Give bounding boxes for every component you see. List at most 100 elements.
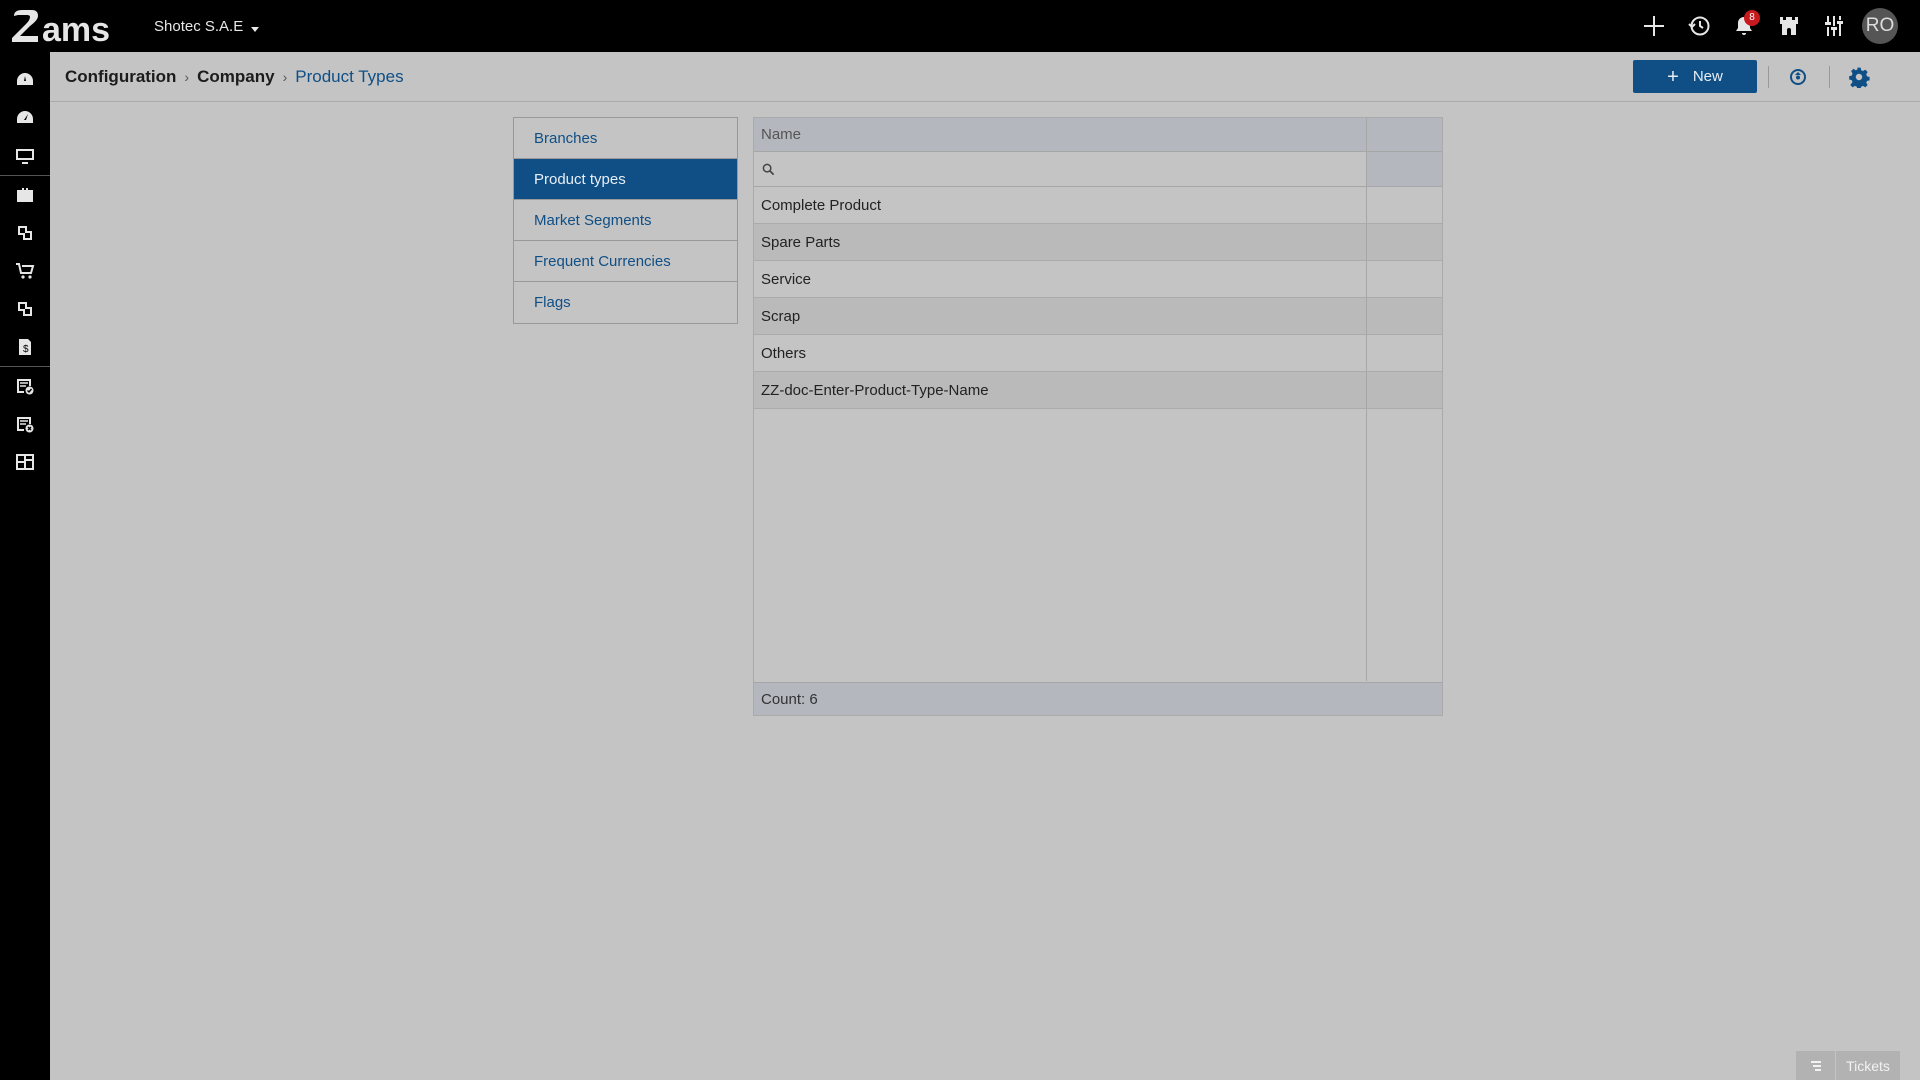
sliders-icon — [1824, 16, 1843, 36]
tickets-button[interactable]: Tickets — [1836, 1051, 1900, 1080]
search-input[interactable] — [781, 155, 1341, 183]
logo-text: ams — [42, 11, 110, 46]
plus-icon — [1643, 16, 1664, 36]
table-row[interactable]: Others — [754, 335, 1442, 372]
tickets-toggle[interactable] — [1796, 1051, 1836, 1080]
new-button-label: New — [1692, 68, 1723, 85]
rail-grid-layout[interactable] — [0, 443, 50, 481]
row-actions — [1367, 187, 1442, 223]
history-icon — [1687, 16, 1709, 36]
monitor-icon — [16, 149, 34, 164]
menu-item-frequent-currencies[interactable]: Frequent Currencies — [514, 241, 737, 282]
company-selector[interactable]: Shotec S.A.E — [154, 17, 260, 35]
grid-body: Complete Product Spare Parts Service Scr… — [754, 187, 1442, 409]
top-actions: 8 RO — [1631, 0, 1898, 52]
row-name: Complete Product — [754, 187, 1367, 223]
row-actions — [1367, 372, 1442, 408]
table-row[interactable]: Scrap — [754, 298, 1442, 335]
row-name: Service — [754, 261, 1367, 297]
filter-actions-cell — [1367, 152, 1442, 186]
rail-dashboard[interactable] — [0, 61, 50, 99]
row-name: Scrap — [754, 298, 1367, 334]
user-avatar[interactable]: RO — [1862, 8, 1898, 44]
page-header: Configuration › Company › Product Types … — [50, 52, 1920, 102]
caret-down-icon — [251, 26, 260, 32]
breadcrumb: Configuration › Company › Product Types — [65, 52, 404, 102]
rail-monitor[interactable] — [0, 137, 50, 175]
rail-checklist[interactable] — [0, 367, 50, 405]
app-logo[interactable]: ams — [0, 0, 148, 52]
menu-item-flags[interactable]: Flags — [514, 282, 737, 323]
row-actions — [1367, 261, 1442, 297]
row-actions — [1367, 224, 1442, 260]
table-row[interactable]: ZZ-doc-Enter-Product-Type-Name — [754, 372, 1442, 409]
column-header-name[interactable]: Name — [754, 118, 1367, 151]
row-actions — [1367, 298, 1442, 334]
refresh-button[interactable] — [1786, 65, 1810, 89]
grid-header: Name — [754, 118, 1442, 152]
dashboard-icon — [17, 73, 33, 85]
refresh-icon — [1790, 69, 1806, 85]
plus-icon: + — [1667, 65, 1679, 88]
breadcrumb-company[interactable]: Company — [197, 67, 274, 87]
money-icon: $ — [19, 339, 31, 355]
company-name: Shotec S.A.E — [154, 17, 244, 35]
breadcrumb-configuration[interactable]: Configuration — [65, 67, 176, 87]
speedometer-icon — [17, 111, 33, 123]
svg-text:$: $ — [23, 344, 29, 355]
table-row[interactable]: Spare Parts — [754, 224, 1442, 261]
config-side-menu: Branches Product types Market Segments F… — [513, 117, 738, 324]
rail-documents[interactable] — [0, 214, 50, 252]
collapse-icon — [1810, 1060, 1821, 1071]
grid-empty-space — [754, 409, 1442, 681]
rail-documents-alt[interactable] — [0, 290, 50, 328]
checklist-icon — [17, 379, 34, 395]
tickets-widget: Tickets — [1796, 1051, 1900, 1080]
history-button[interactable] — [1676, 0, 1721, 52]
row-name: Others — [754, 335, 1367, 371]
menu-item-market-segments[interactable]: Market Segments — [514, 200, 737, 241]
notification-badge: 8 — [1744, 10, 1760, 26]
product-types-grid: Name Complete Product Spare Parts Servic… — [753, 117, 1443, 716]
rail-briefcase[interactable] — [0, 176, 50, 214]
row-name: Spare Parts — [754, 224, 1367, 260]
rail-money[interactable]: $ — [0, 328, 50, 366]
grid-filter-row — [754, 152, 1442, 187]
castle-icon — [1779, 17, 1798, 35]
search-icon — [762, 163, 775, 175]
settings-sliders-button[interactable] — [1811, 0, 1856, 52]
chevron-right-icon: › — [282, 69, 288, 85]
add-button[interactable] — [1631, 0, 1676, 52]
menu-item-product-types[interactable]: Product types — [514, 159, 737, 200]
row-actions — [1367, 335, 1442, 371]
column-header-actions — [1367, 118, 1442, 151]
gear-icon — [1849, 67, 1870, 88]
empty-name-column — [754, 409, 1367, 681]
logo-icon: ams — [12, 10, 110, 46]
settings-button[interactable] — [1847, 65, 1871, 89]
grid-layout-icon — [16, 454, 34, 470]
toolbar-divider — [1768, 66, 1769, 88]
notifications-button[interactable]: 8 — [1721, 0, 1766, 52]
left-sidebar: $ — [0, 52, 50, 1080]
rail-speedometer[interactable] — [0, 99, 50, 137]
top-navbar: ams Shotec S.A.E 8 RO — [0, 0, 1920, 52]
castle-button[interactable] — [1766, 0, 1811, 52]
new-button[interactable]: + New — [1633, 60, 1757, 93]
rail-report[interactable] — [0, 405, 50, 443]
chevron-right-icon: › — [184, 69, 190, 85]
menu-item-branches[interactable]: Branches — [514, 118, 737, 159]
rail-cart[interactable] — [0, 252, 50, 290]
table-row[interactable]: Service — [754, 261, 1442, 298]
documents-icon — [18, 226, 32, 240]
table-row[interactable]: Complete Product — [754, 187, 1442, 224]
documents-alt-icon — [18, 302, 32, 316]
toolbar-divider — [1829, 66, 1830, 88]
filter-cell — [754, 152, 1367, 186]
row-name: ZZ-doc-Enter-Product-Type-Name — [754, 372, 1367, 408]
briefcase-icon — [17, 188, 33, 202]
grid-count: Count: 6 — [754, 682, 1442, 715]
cart-icon — [16, 263, 35, 279]
report-icon — [17, 417, 34, 433]
breadcrumb-product-types: Product Types — [295, 67, 404, 86]
